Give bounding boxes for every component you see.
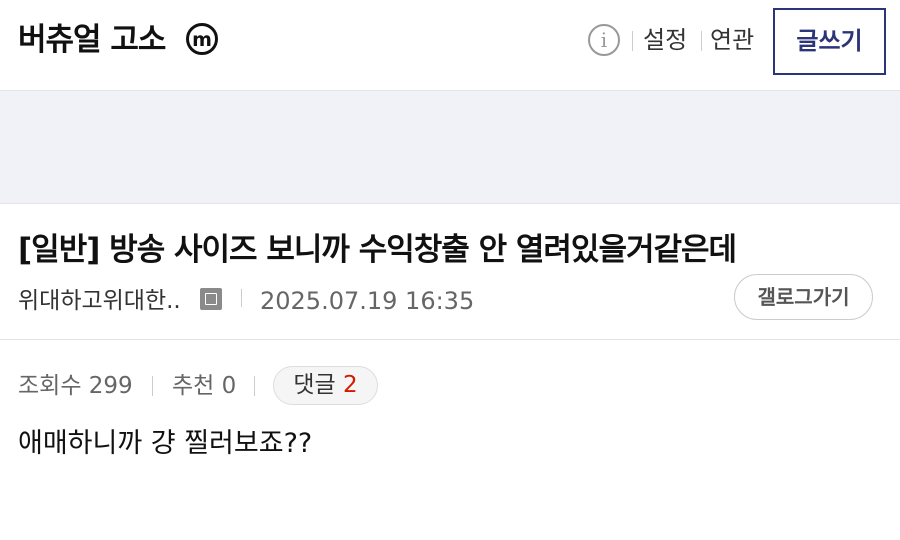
gallery-header: 버츄얼 고소 m i 설정 연관 글쓰기: [0, 0, 900, 91]
minor-badge-letter: m: [192, 29, 212, 51]
minor-gallery-badge-icon: m: [186, 23, 218, 55]
gallog-button[interactable]: 갤로그가기: [734, 274, 873, 320]
ad-banner-area: [0, 91, 900, 204]
divider: [701, 31, 702, 51]
post-header: [일반] 방송 사이즈 보니까 수익창출 안 열려있을거같은데 위대하고위대한.…: [0, 204, 900, 340]
gallery-title[interactable]: 버츄얼 고소: [18, 18, 166, 62]
comment-label: 댓글: [293, 372, 336, 398]
settings-link[interactable]: 설정: [643, 22, 687, 58]
post-date: 2025.07.19 16:35: [260, 287, 475, 315]
post-body: 애매하니까 걍 찔러보죠??: [18, 428, 313, 459]
info-icon[interactable]: i: [588, 24, 620, 56]
divider: [152, 376, 153, 396]
author-nickname[interactable]: 위대하고위대한..: [18, 284, 181, 318]
divider: [632, 31, 633, 51]
recommend-count: 추천 0: [172, 373, 237, 399]
view-count: 조회수 299: [18, 373, 133, 399]
related-link[interactable]: 연관: [710, 22, 754, 58]
write-post-button[interactable]: 글쓰기: [773, 8, 886, 75]
fixed-nick-icon: [200, 288, 222, 310]
divider: [241, 289, 242, 307]
comment-count: 2: [343, 372, 358, 398]
comment-count-button[interactable]: 댓글 2: [273, 366, 378, 405]
divider: [254, 376, 255, 396]
post-title: [일반] 방송 사이즈 보니까 수익창출 안 열려있을거같은데: [18, 232, 737, 268]
